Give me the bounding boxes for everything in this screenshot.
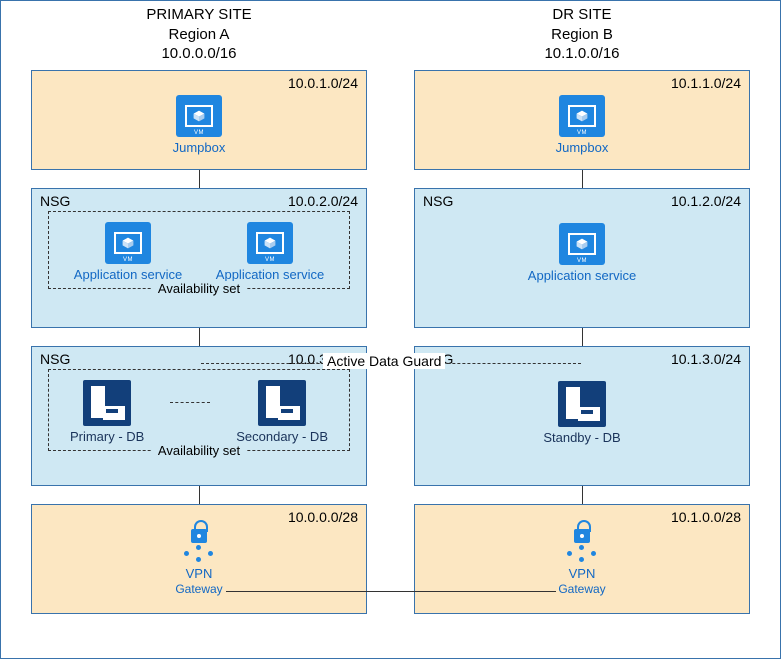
primary-appsvc-2: Application service [216, 222, 324, 282]
appsvc-label: Application service [74, 268, 182, 282]
dr-jumpbox-node: Jumpbox [556, 95, 609, 155]
nsg-label: NSG [423, 193, 453, 209]
nsg-label: NSG [40, 193, 70, 209]
db-server-icon [258, 380, 306, 426]
primary-jump-subnet: 10.0.1.0/24 Jumpbox [31, 70, 367, 170]
primary-jumpbox-label: Jumpbox [173, 141, 226, 155]
primary-gw-cidr: 10.0.0.0/28 [288, 509, 358, 525]
primary-appsvc-1: Application service [74, 222, 182, 282]
nsg-label: NSG [40, 351, 70, 367]
dr-vpn-gateway: VPN Gateway [558, 529, 605, 595]
appsvc-label: Application service [216, 268, 324, 282]
primary-jump-cidr: 10.0.1.0/24 [288, 75, 358, 91]
primary-site-title: PRIMARY SITE [146, 5, 251, 25]
connector [199, 486, 200, 504]
vm-icon [559, 223, 605, 265]
primary-gateway-subnet: 10.0.0.0/28 VPN Gateway [31, 504, 367, 614]
gateway-label: Gateway [558, 583, 605, 595]
active-data-guard-label: Active Data Guard [323, 353, 445, 369]
db-pair-connector [170, 402, 210, 403]
vm-icon [105, 222, 151, 264]
vpn-label: VPN [186, 567, 213, 581]
primary-vpn-gateway: VPN Gateway [175, 529, 222, 595]
vpn-gateway-icon [184, 529, 214, 563]
connector [199, 328, 200, 346]
dr-site-header: DR SITE Region B 10.1.0.0/16 [544, 1, 619, 70]
primary-app-subnet: NSG 10.0.2.0/24 Application service Appl… [31, 188, 367, 328]
vm-icon [247, 222, 293, 264]
standby-db-node: Standby - DB [543, 381, 620, 445]
primary-app-availability-set: Application service Application service … [48, 211, 350, 289]
standby-db-label: Standby - DB [543, 431, 620, 445]
primary-site-header: PRIMARY SITE Region A 10.0.0.0/16 [146, 1, 251, 70]
dr-vnet-cidr: 10.1.0.0/16 [544, 44, 619, 64]
dr-app-subnet: NSG 10.1.2.0/24 Application service [414, 188, 750, 328]
dr-jumpbox-label: Jumpbox [556, 141, 609, 155]
primary-app-cidr: 10.0.2.0/24 [288, 193, 358, 209]
vm-icon [176, 95, 222, 137]
gateway-label: Gateway [175, 583, 222, 595]
primary-db-subnet: NSG 10.0.3.0/24 Primary - DB Secondary -… [31, 346, 367, 486]
vm-icon [559, 95, 605, 137]
dr-app-cidr: 10.1.2.0/24 [671, 193, 741, 209]
primary-db-node: Primary - DB [70, 380, 144, 444]
dr-gw-cidr: 10.1.0.0/28 [671, 509, 741, 525]
appsvc-label: Application service [528, 269, 636, 283]
connector [199, 170, 200, 188]
dr-site-title: DR SITE [544, 5, 619, 25]
dr-db-cidr: 10.1.3.0/24 [671, 351, 741, 367]
availability-set-label: Availability set [152, 281, 246, 296]
primary-vnet-cidr: 10.0.0.0/16 [146, 44, 251, 64]
secondary-db-node: Secondary - DB [236, 380, 328, 444]
connector [582, 486, 583, 504]
vpn-peer-link [226, 591, 556, 592]
primary-db-availability-set: Primary - DB Secondary - DB Availability… [48, 369, 350, 451]
connector [582, 328, 583, 346]
dr-appsvc: Application service [528, 223, 636, 283]
db-server-icon [558, 381, 606, 427]
vpn-gateway-icon [567, 529, 597, 563]
primary-site-column: PRIMARY SITE Region A 10.0.0.0/16 10.0.1… [31, 1, 367, 614]
dr-jump-subnet: 10.1.1.0/24 Jumpbox [414, 70, 750, 170]
secondary-db-label: Secondary - DB [236, 430, 328, 444]
dr-region: Region B [544, 25, 619, 45]
primary-region: Region A [146, 25, 251, 45]
dr-db-subnet: NSG 10.1.3.0/24 Standby - DB [414, 346, 750, 486]
primary-db-label: Primary - DB [70, 430, 144, 444]
connector [582, 170, 583, 188]
dr-site-column: DR SITE Region B 10.1.0.0/16 10.1.1.0/24… [414, 1, 750, 614]
dr-gateway-subnet: 10.1.0.0/28 VPN Gateway [414, 504, 750, 614]
vpn-label: VPN [569, 567, 596, 581]
dr-jump-cidr: 10.1.1.0/24 [671, 75, 741, 91]
availability-set-label: Availability set [152, 443, 246, 458]
db-server-icon [83, 380, 131, 426]
primary-jumpbox-node: Jumpbox [173, 95, 226, 155]
